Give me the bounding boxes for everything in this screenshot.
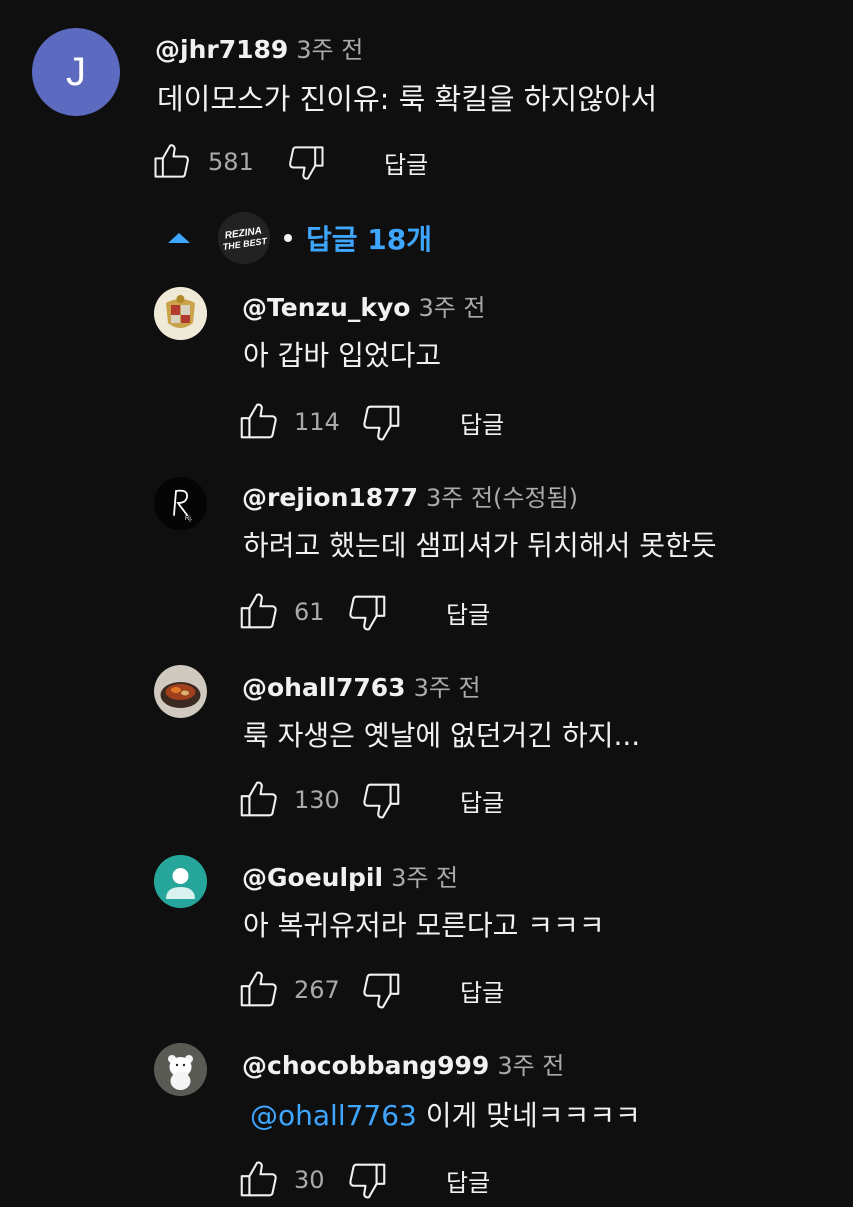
like-count: 30	[294, 1166, 325, 1194]
comment-text: 데이모스가 진이유: 룩 확킬을 하지않아서	[157, 82, 658, 116]
comment-time[interactable]: 3주 전	[391, 858, 458, 893]
creator-avatar: REZINA THE BEST	[218, 212, 270, 264]
dislike-icon[interactable]	[358, 777, 404, 823]
comment-time[interactable]: 3주 전	[418, 288, 485, 323]
dislike-icon[interactable]	[358, 967, 404, 1013]
comment-actions: 267 답글	[236, 968, 504, 1012]
reply-button[interactable]: 답글	[446, 1163, 490, 1198]
like-count: 267	[294, 976, 340, 1004]
comment-text: 아 복귀유저라 모른다고 ㅋㅋㅋ	[243, 909, 605, 942]
avatar[interactable]: J	[32, 28, 120, 116]
comment-text-rest: 이게 맞네ㅋㅋㅋㅋ	[416, 1099, 641, 1132]
author-handle[interactable]: @rejion1877	[242, 483, 418, 512]
comment-header: @rejion1877 3주 전(수정됨)	[242, 478, 578, 513]
comment-time[interactable]: 3주 전	[296, 30, 363, 65]
comment-time[interactable]: 3주 전	[414, 668, 481, 703]
comment-header: @Goeulpil 3주 전	[242, 858, 458, 893]
like-count: 114	[294, 408, 340, 436]
comment-actions: 114 답글	[236, 400, 504, 444]
like-icon[interactable]	[236, 1157, 282, 1203]
coat-of-arms-icon	[154, 287, 207, 340]
avatar[interactable]	[154, 287, 207, 340]
replies-count-label: 답글 18개	[306, 223, 432, 256]
like-icon[interactable]	[150, 140, 194, 184]
avatar[interactable]	[154, 665, 207, 718]
reply-button[interactable]: 답글	[446, 595, 490, 630]
avatar-letter: J	[66, 49, 86, 94]
like-icon[interactable]	[236, 589, 282, 635]
author-handle[interactable]: @Tenzu_kyo	[242, 293, 410, 322]
svg-text:Rj.: Rj.	[185, 516, 193, 522]
avatar[interactable]	[154, 855, 207, 908]
comment-actions: 61 답글	[236, 590, 490, 634]
like-count: 581	[208, 148, 254, 176]
default-person-icon	[154, 855, 207, 908]
comment-actions: 581 답글	[150, 140, 428, 184]
replies-toggle[interactable]: REZINA THE BEST 답글 18개	[166, 210, 432, 266]
comment-actions: 30 답글	[236, 1158, 490, 1202]
comment-time[interactable]: 3주 전(수정됨)	[426, 478, 578, 513]
comment-header: @ohall7763 3주 전	[242, 668, 481, 703]
white-bear-icon	[154, 1043, 207, 1096]
author-handle[interactable]: @Goeulpil	[242, 863, 383, 892]
reply-button[interactable]: 답글	[460, 783, 504, 818]
caret-up-icon	[168, 233, 190, 243]
comment-header: @chocobbang999 3주 전	[242, 1046, 564, 1081]
separator-dot	[284, 234, 292, 242]
comment-actions: 130 답글	[236, 778, 504, 822]
food-bowl-icon	[154, 665, 207, 718]
like-count: 130	[294, 786, 340, 814]
dislike-icon[interactable]	[358, 399, 404, 445]
comment-text: 아 갑바 입었다고	[243, 339, 442, 372]
like-icon[interactable]	[236, 967, 282, 1013]
avatar[interactable]: Rj.	[154, 477, 207, 530]
author-handle[interactable]: @ohall7763	[242, 673, 406, 702]
comment-thread: J @jhr7189 3주 전 데이모스가 진이유: 룩 확킬을 하지않아서 5…	[0, 0, 853, 1207]
comment-text: 하려고 했는데 샘피셔가 뒤치해서 못한듯	[243, 529, 717, 562]
reply-button[interactable]: 답글	[384, 145, 428, 180]
dislike-icon[interactable]	[284, 140, 328, 184]
avatar[interactable]	[154, 1043, 207, 1096]
reply-button[interactable]: 답글	[460, 405, 504, 440]
author-handle[interactable]: @jhr7189	[155, 35, 288, 64]
letter-r-icon: Rj.	[154, 477, 207, 530]
like-icon[interactable]	[236, 399, 282, 445]
dislike-icon[interactable]	[344, 1157, 390, 1203]
reply-button[interactable]: 답글	[460, 973, 504, 1008]
mention-link[interactable]: @ohall7763	[250, 1099, 417, 1132]
like-count: 61	[294, 598, 325, 626]
comment-text: 룩 자생은 옛날에 없던거긴 하지...	[243, 719, 641, 752]
like-icon[interactable]	[236, 777, 282, 823]
comment-header: @Tenzu_kyo 3주 전	[242, 288, 486, 323]
comment-header: @jhr7189 3주 전	[155, 30, 363, 65]
author-handle[interactable]: @chocobbang999	[242, 1051, 489, 1080]
comment-text: @ohall7763 이게 맞네ㅋㅋㅋㅋ	[250, 1094, 641, 1134]
dislike-icon[interactable]	[344, 589, 390, 635]
comment-time[interactable]: 3주 전	[497, 1046, 564, 1081]
